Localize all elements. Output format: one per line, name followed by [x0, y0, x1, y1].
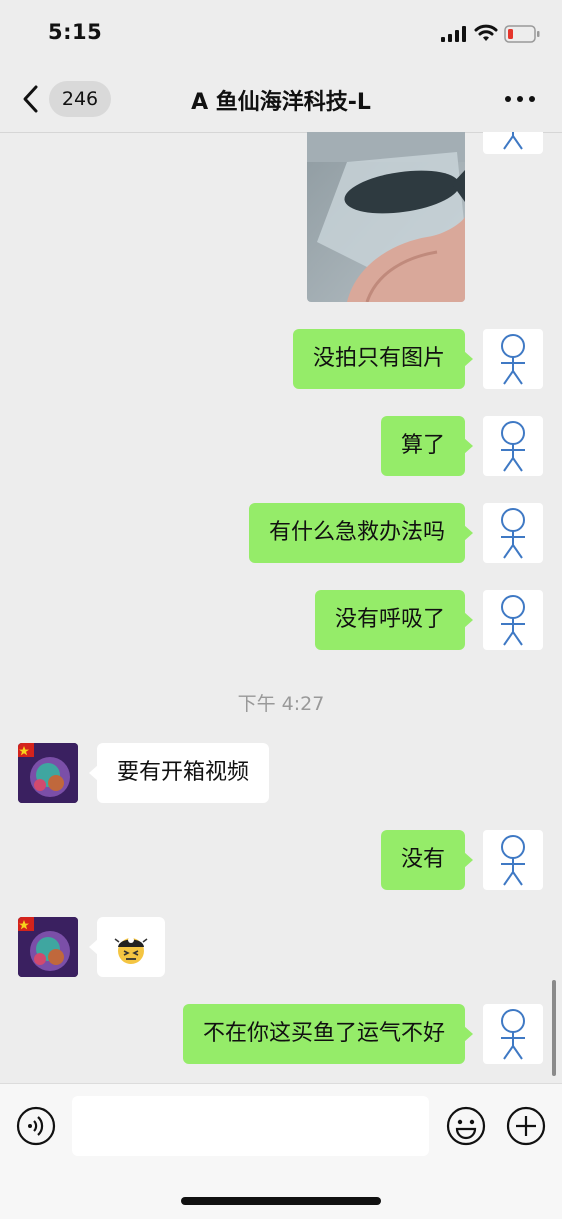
stick-figure-icon — [501, 1009, 525, 1060]
stick-figure-icon — [501, 595, 525, 646]
stick-figure-icon — [501, 421, 525, 472]
received-sticker-bubble[interactable] — [89, 917, 165, 977]
sent-message-bubble[interactable]: 没拍只有图片 — [292, 329, 474, 389]
self-avatar[interactable] — [483, 503, 543, 563]
self-avatar[interactable] — [483, 830, 543, 890]
status-bar: 5:15 — [0, 0, 562, 66]
received-message-bubble[interactable]: 要有开箱视频 — [88, 743, 270, 803]
home-indicator — [181, 1197, 381, 1205]
stick-figure-icon — [503, 132, 523, 150]
unread-count-badge[interactable]: 246 — [49, 81, 111, 117]
scrollbar-thumb[interactable] — [552, 980, 556, 1076]
stick-figure-icon — [501, 334, 525, 385]
message-input[interactable] — [72, 1096, 429, 1156]
emoji-icon[interactable] — [446, 1106, 486, 1146]
wifi-icon — [474, 24, 498, 41]
flag-avatar-icon — [18, 917, 78, 977]
fish-photo — [307, 132, 465, 302]
message-list[interactable]: 没拍只有图片 算了 有什么急救办法吗 没有呼吸了 下午 4:27 要有开箱视频 … — [0, 132, 562, 1082]
self-avatar[interactable] — [483, 590, 543, 650]
chat-title: A 鱼仙海洋科技-L — [191, 90, 371, 115]
input-toolbar — [0, 1083, 562, 1219]
sent-message-bubble[interactable]: 不在你这买鱼了运气不好 — [182, 1004, 474, 1064]
stick-figure-icon — [501, 508, 525, 559]
tired-face-sticker-icon — [114, 937, 148, 964]
contact-avatar[interactable] — [18, 917, 78, 977]
message-timestamp: 下午 4:27 — [237, 693, 325, 715]
sent-message-bubble[interactable]: 没有呼吸了 — [314, 590, 474, 650]
stick-figure-icon — [501, 835, 525, 886]
flag-avatar-icon — [18, 743, 78, 803]
plus-icon[interactable] — [506, 1106, 546, 1146]
sent-message-bubble[interactable]: 没有 — [380, 830, 474, 890]
voice-icon[interactable] — [16, 1106, 56, 1146]
battery-icon — [504, 25, 540, 43]
image-message[interactable] — [307, 132, 465, 302]
signal-icon — [441, 26, 466, 42]
self-avatar[interactable] — [483, 329, 543, 389]
chevron-left-icon[interactable] — [20, 84, 42, 114]
chat-header: 246 A 鱼仙海洋科技-L — [0, 66, 562, 133]
self-avatar[interactable] — [483, 416, 543, 476]
more-dots-icon[interactable] — [504, 95, 536, 103]
self-avatar[interactable] — [483, 1004, 543, 1064]
self-avatar[interactable] — [483, 132, 543, 154]
sent-message-bubble[interactable]: 有什么急救办法吗 — [248, 503, 474, 563]
status-time: 5:15 — [48, 20, 103, 44]
contact-avatar[interactable] — [18, 743, 78, 803]
sent-message-bubble[interactable]: 算了 — [380, 416, 474, 476]
